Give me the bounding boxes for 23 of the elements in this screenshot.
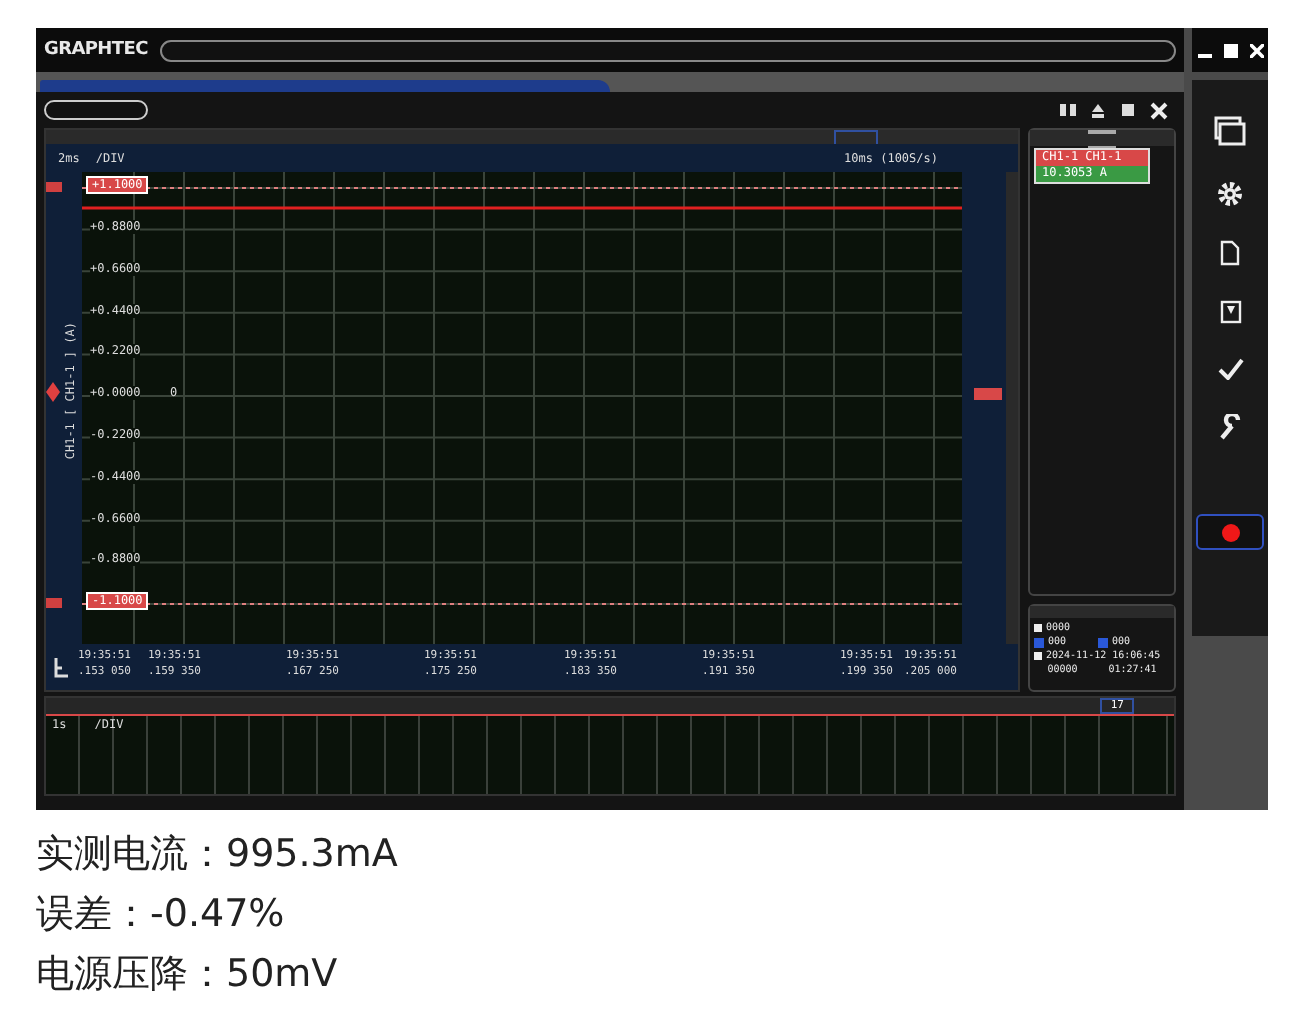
file-icon[interactable]	[1220, 240, 1240, 266]
app-logo: GRAPHTEC	[44, 40, 148, 60]
maximize-icon[interactable]	[1223, 43, 1237, 57]
monitor-icon[interactable]	[1214, 116, 1246, 148]
scrollbar[interactable]	[1006, 172, 1018, 644]
marker-icon[interactable]	[46, 182, 62, 192]
zero-marker-icon[interactable]	[46, 382, 60, 402]
record-icon	[1221, 523, 1239, 541]
layout-icon[interactable]	[1060, 102, 1076, 118]
toolbar-button[interactable]	[44, 100, 148, 120]
result-text: 误差：-0.47%	[36, 890, 287, 938]
eject-icon[interactable]	[1090, 102, 1106, 118]
result-text: 电源压降：50mV	[36, 950, 340, 998]
cursor-icon[interactable]	[54, 656, 70, 678]
stop-icon[interactable]	[1120, 102, 1136, 118]
level-marker[interactable]	[974, 388, 1002, 400]
marker-icon[interactable]	[46, 598, 62, 608]
close-icon[interactable]	[1150, 101, 1168, 119]
result-text: 实测电流：995.3mA	[36, 830, 400, 878]
settings-icon[interactable]	[1218, 182, 1242, 206]
save-icon[interactable]	[1219, 300, 1241, 324]
check-icon[interactable]	[1217, 358, 1243, 380]
record-button[interactable]	[1196, 514, 1264, 550]
